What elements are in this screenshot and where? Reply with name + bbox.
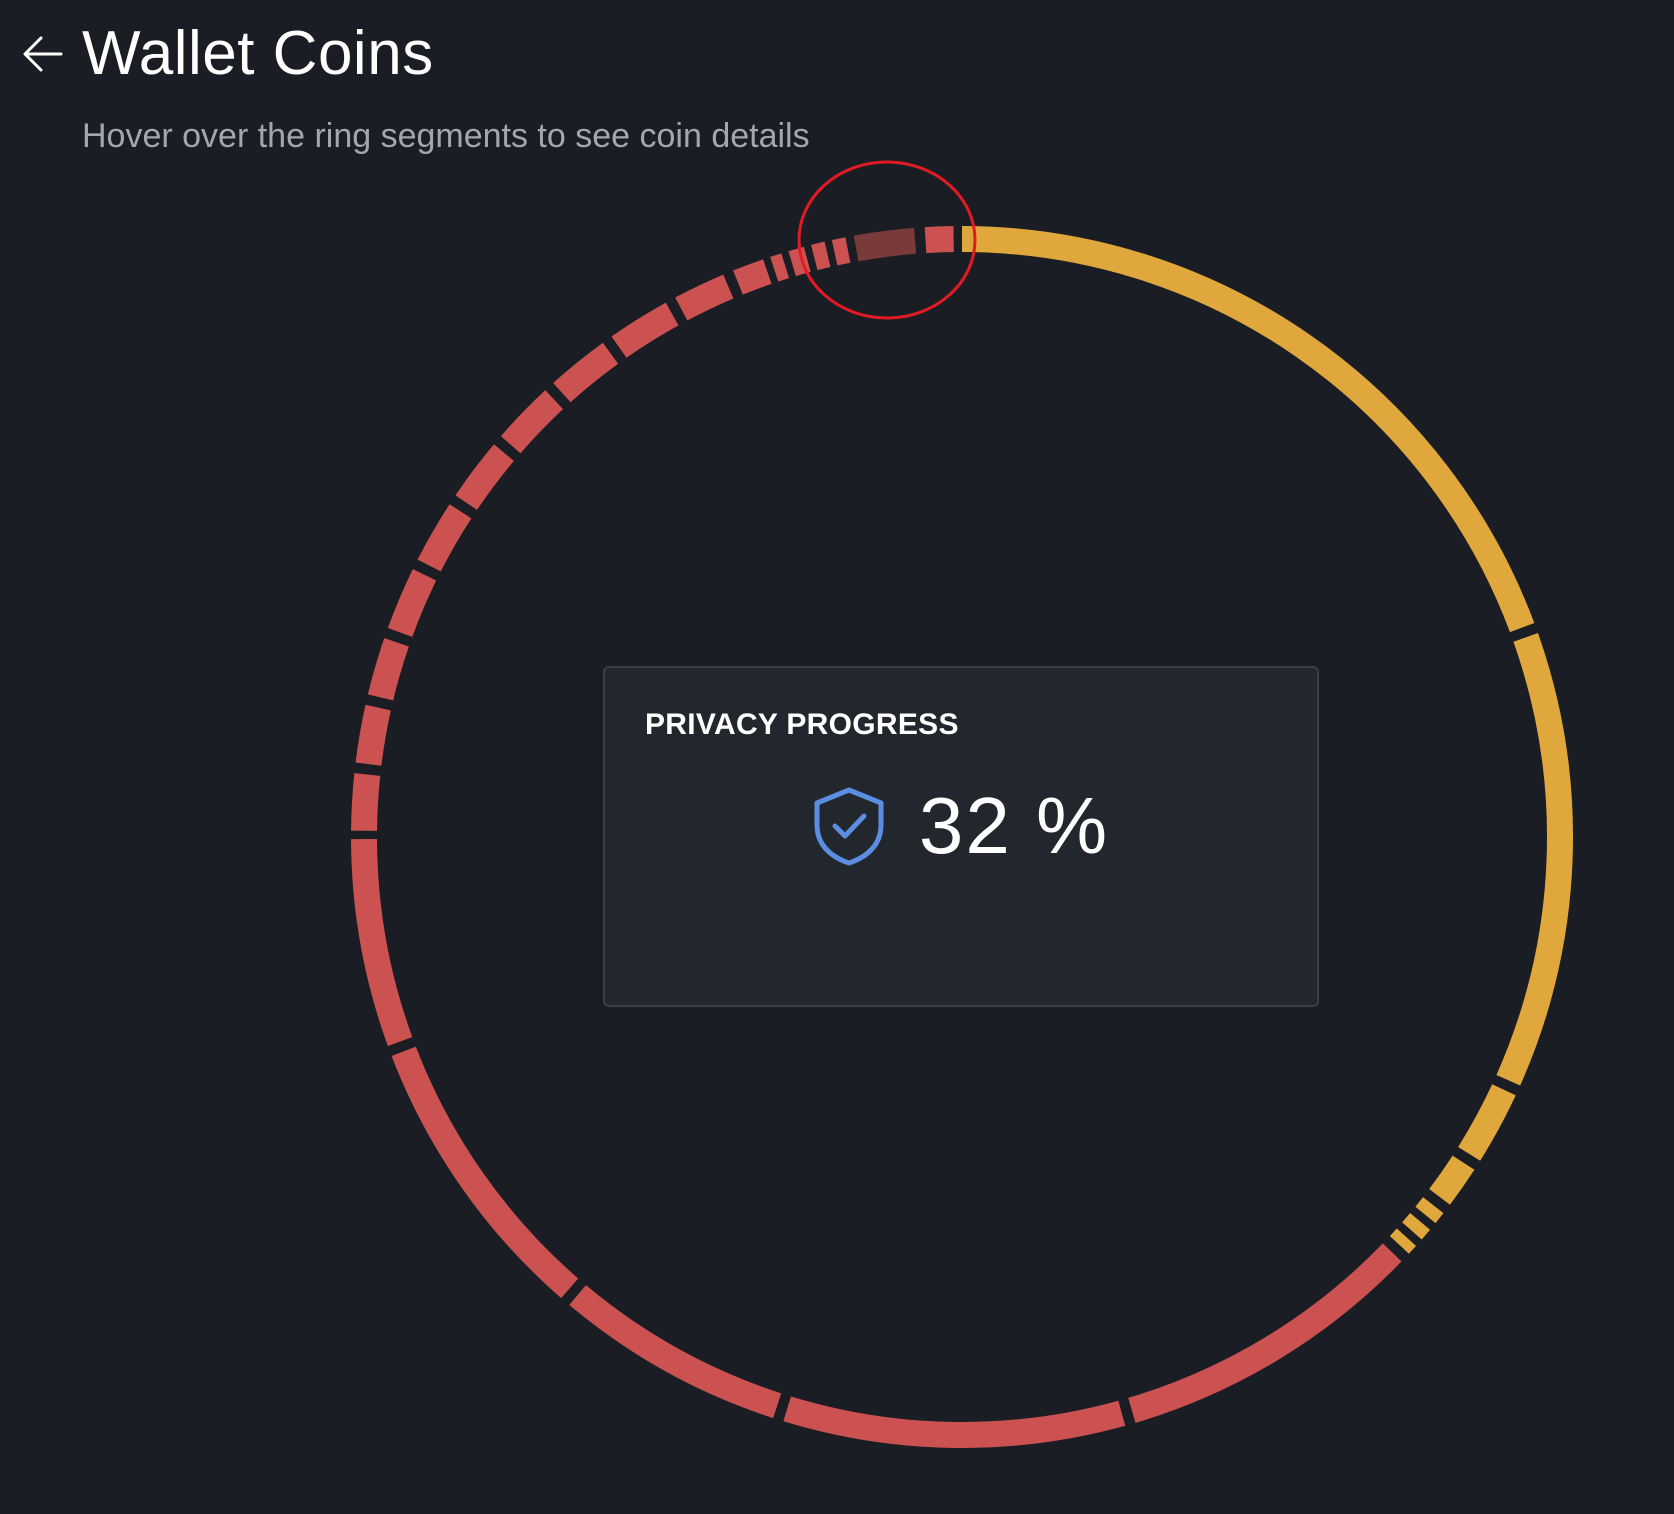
ring-segment-private[interactable] bbox=[1458, 1084, 1516, 1161]
ring-segment-non-private[interactable] bbox=[675, 274, 734, 321]
ring-segment-non-private[interactable] bbox=[387, 569, 437, 638]
privacy-progress-percent: 32 % bbox=[918, 781, 1110, 870]
ring-segment-non-private[interactable] bbox=[611, 302, 679, 358]
ring-segment-non-private[interactable] bbox=[924, 226, 954, 254]
ring-segment-non-private[interactable] bbox=[391, 1046, 579, 1299]
ring-segment-private[interactable] bbox=[961, 226, 1535, 633]
privacy-progress-card: PRIVACY PROGRESS 32 % bbox=[603, 666, 1319, 1007]
ring-segment-non-private[interactable] bbox=[733, 259, 772, 295]
shield-check-icon bbox=[814, 787, 884, 866]
ring-segment-private[interactable] bbox=[1496, 633, 1573, 1086]
ring-segment-private[interactable] bbox=[1415, 1197, 1444, 1224]
ring-segment-private[interactable] bbox=[1429, 1155, 1475, 1205]
ring-segment-non-private[interactable] bbox=[783, 1396, 1126, 1448]
ring-segment-private[interactable] bbox=[1402, 1213, 1431, 1240]
ring-segment-non-private[interactable] bbox=[831, 237, 851, 266]
ring-segment-highlighted[interactable] bbox=[853, 227, 917, 262]
ring-segment-non-private[interactable] bbox=[355, 704, 391, 766]
ring-segment-non-private[interactable] bbox=[367, 638, 409, 701]
wallet-coins-page: Wallet Coins Hover over the ring segment… bbox=[0, 0, 1674, 1514]
ring-segment-private[interactable] bbox=[1389, 1228, 1417, 1254]
ring-segment-non-private[interactable] bbox=[351, 773, 381, 831]
ring-segment-non-private[interactable] bbox=[788, 246, 811, 277]
ring-segment-non-private[interactable] bbox=[417, 504, 472, 572]
ring-segment-non-private[interactable] bbox=[811, 241, 831, 271]
privacy-progress-value-row: 32 % bbox=[605, 780, 1317, 872]
ring-segment-non-private[interactable] bbox=[500, 390, 564, 454]
ring-segment-non-private[interactable] bbox=[770, 253, 790, 282]
ring-segment-non-private[interactable] bbox=[553, 342, 619, 403]
ring-segment-non-private[interactable] bbox=[1128, 1243, 1402, 1423]
ring-segment-non-private[interactable] bbox=[569, 1285, 782, 1419]
ring-segment-non-private[interactable] bbox=[351, 839, 413, 1046]
ring-segment-non-private[interactable] bbox=[455, 444, 514, 510]
privacy-progress-label: PRIVACY PROGRESS bbox=[645, 708, 959, 741]
